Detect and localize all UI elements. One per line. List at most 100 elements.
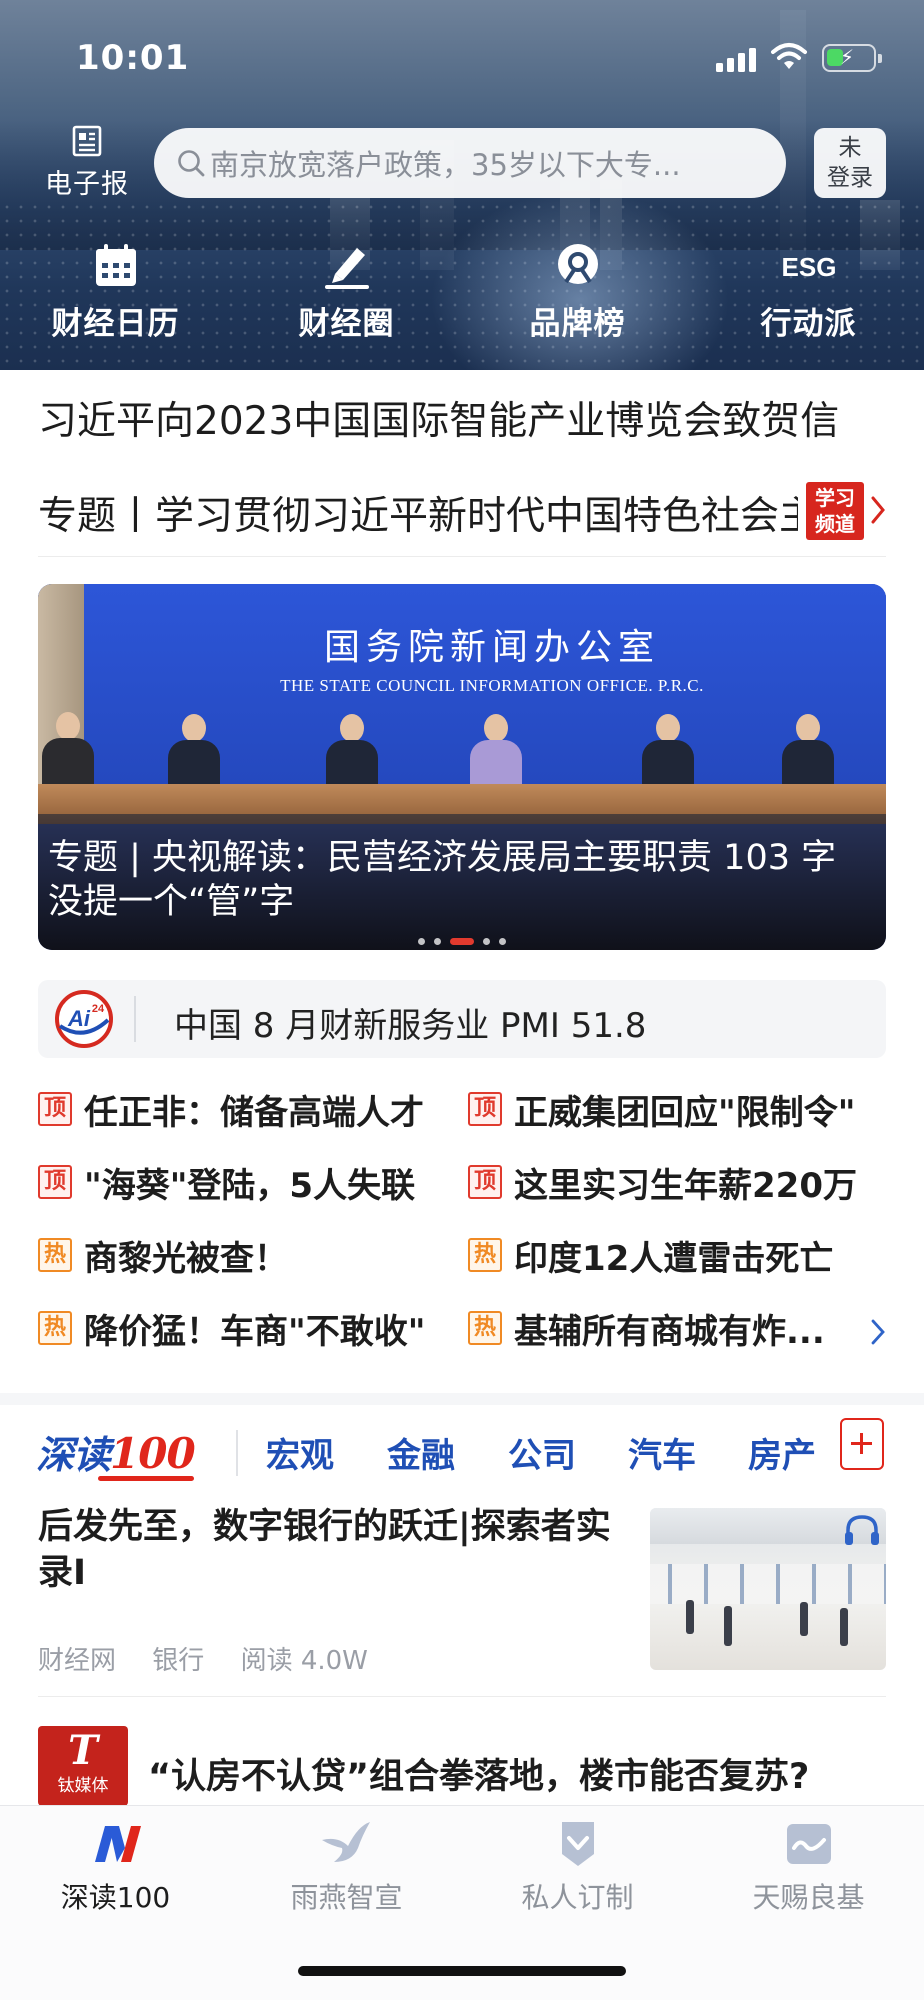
pen-icon: [324, 248, 369, 289]
quick-link-action[interactable]: ESG 行动派: [693, 240, 924, 360]
tab-realestate[interactable]: 房产: [748, 1428, 816, 1477]
hot-list-item[interactable]: 热 印度12人遭雷击死亡: [468, 1231, 833, 1279]
hot-list-text: 印度12人遭雷击死亡: [514, 1238, 834, 1279]
hot-list-item[interactable]: 热 降价猛！车商"不敢收": [38, 1304, 425, 1352]
shield-check-icon: [561, 1822, 594, 1866]
nav-fund[interactable]: 天赐良基: [693, 1818, 924, 1916]
speaker-figure: [42, 712, 94, 790]
article-meta: 财经网 银行 阅读 4.0W: [38, 1640, 396, 1677]
pager-dot[interactable]: [499, 938, 506, 945]
trend-chart-icon: [786, 1824, 831, 1864]
nav-label: 私人订制: [521, 1881, 634, 1914]
logo-mark: T: [68, 1727, 98, 1774]
article-source: 财经网: [38, 1646, 117, 1676]
svg-text:ESG: ESG: [783, 252, 835, 282]
tab-auto[interactable]: 汽车: [628, 1428, 696, 1477]
chevron-right-icon[interactable]: [870, 494, 886, 526]
hot-tag: 热: [468, 1311, 502, 1345]
wifi-icon: [771, 43, 807, 69]
divider: [38, 1696, 886, 1697]
speaker-figure: [168, 714, 220, 792]
study-badge-line1: 学习: [815, 486, 855, 510]
deep-read-logo-icon: [94, 1826, 141, 1862]
quick-links: 财经日历 财经圈 品牌榜 ESG 行动派: [0, 240, 924, 360]
esg-icon: ESG: [783, 252, 835, 282]
hot-list-item[interactable]: 热 商黎光被查！: [38, 1231, 288, 1279]
newspaper-icon: [72, 125, 102, 157]
headline-top[interactable]: 习近平向2023中国国际智能产业博览会致贺信: [38, 390, 839, 446]
carousel-banner[interactable]: 国务院新闻办公室 THE STATE COUNCIL INFORMATION O…: [38, 584, 886, 950]
quick-link-label: 品牌榜: [529, 306, 626, 342]
article-title[interactable]: “认房不认贷”组合拳落地，楼市能否复苏?: [148, 1748, 809, 1799]
brand-text: 深读: [36, 1432, 111, 1477]
cellular-signal-icon: [716, 48, 758, 72]
hot-list-item[interactable]: 热 基辅所有商城有炸...: [468, 1304, 825, 1352]
pager-dot[interactable]: [483, 938, 490, 945]
headline-topic[interactable]: 专题丨学习贯彻习近平新时代中国特色社会主义思想: [38, 485, 798, 541]
hot-list-text: "海葵"登陆，5人失联: [84, 1165, 416, 1206]
study-badge-line2: 频道: [815, 512, 855, 536]
status-time: 10:01: [76, 38, 190, 78]
quick-link-label: 财经圈: [298, 306, 395, 342]
article-category: 银行: [152, 1646, 205, 1676]
nav-custom[interactable]: 私人订制: [462, 1818, 693, 1916]
quick-link-brand[interactable]: 品牌榜: [462, 240, 693, 360]
status-bar: 10:01 ⚡: [0, 0, 924, 110]
divider: [38, 556, 886, 557]
brand-tab-active[interactable]: 深读100: [36, 1424, 196, 1479]
quick-link-calendar[interactable]: 财经日历: [0, 240, 231, 360]
banner-org-en: THE STATE COUNCIL INFORMATION OFFICE. P.…: [280, 676, 704, 695]
tmtpost-logo: T 钛媒体: [38, 1726, 128, 1806]
logo-text: 钛媒体: [57, 1776, 109, 1796]
top-tag: 顶: [38, 1092, 72, 1126]
ai-news-text: 中国 8 月财新服务业 PMI 51.8: [174, 1006, 647, 1046]
hot-list-text: 商黎光被查！: [84, 1238, 288, 1279]
nav-swift[interactable]: 雨燕智宣: [231, 1818, 462, 1916]
tab-company[interactable]: 公司: [508, 1428, 576, 1477]
brand-badge-icon: [557, 244, 598, 284]
tab-divider: [236, 1430, 238, 1476]
home-indicator: [298, 1966, 626, 1976]
hot-tag: 热: [468, 1238, 502, 1272]
carousel-pager[interactable]: [38, 938, 886, 945]
nav-deep-read[interactable]: 深读100: [0, 1818, 231, 1916]
hot-list-item[interactable]: 顶 这里实习生年薪220万: [468, 1158, 857, 1206]
quick-link-label: 财经日历: [51, 306, 180, 342]
swallow-bird-icon: [321, 1822, 370, 1862]
top-tag: 顶: [468, 1165, 502, 1199]
quick-link-circle[interactable]: 财经圈: [231, 240, 462, 360]
ai-badge-sup: 24: [92, 1003, 105, 1015]
channel-tabs: 深读100 宏观 金融 公司 汽车 房产: [0, 1418, 924, 1488]
login-label-line1: 未: [838, 135, 862, 161]
active-tab-underline: [98, 1476, 194, 1481]
hot-list-item[interactable]: 顶 正威集团回应"限制令": [468, 1085, 855, 1133]
battery-icon: ⚡: [822, 44, 882, 72]
banner-caption: 专题 | 央视解读：民营经济发展局主要职责 103 字 没提一个“管”字: [48, 838, 837, 922]
headphones-icon[interactable]: [842, 1512, 882, 1548]
hot-list-text: 降价猛！车商"不敢收": [84, 1311, 426, 1352]
pager-dot[interactable]: [418, 938, 425, 945]
hot-list-item[interactable]: 顶 任正非：储备高端人才: [38, 1085, 424, 1133]
study-channel-badge[interactable]: 学习 频道: [806, 482, 864, 540]
calendar-icon: [95, 244, 136, 286]
speaker-figure: [642, 714, 694, 792]
search-bar[interactable]: 南京放宽落户政策，35岁以下大专...: [154, 128, 786, 198]
hot-list-item[interactable]: 顶 "海葵"登陆，5人失联: [38, 1158, 415, 1206]
ai-news-strip[interactable]: Ai 24 中国 8 月财新服务业 PMI 51.8: [38, 980, 886, 1058]
hot-list-text: 基辅所有商城有炸...: [514, 1311, 825, 1352]
search-input[interactable]: 南京放宽落户政策，35岁以下大专...: [210, 142, 770, 184]
add-channel-button[interactable]: [840, 1418, 884, 1470]
pager-dot-active[interactable]: [450, 938, 474, 945]
login-button[interactable]: 未 登录: [814, 128, 886, 198]
epaper-button[interactable]: 电子报: [38, 124, 136, 201]
tab-macro[interactable]: 宏观: [266, 1428, 334, 1477]
section-gap: [0, 1393, 924, 1405]
pager-dot[interactable]: [434, 938, 441, 945]
article-title[interactable]: 后发先至，数字银行的跃迁|探索者实录Ⅰ: [38, 1504, 638, 1596]
hot-list-text: 任正非：储备高端人才: [84, 1092, 424, 1133]
chevron-right-icon[interactable]: [870, 1317, 886, 1347]
speaker-figure: [326, 714, 378, 792]
hot-list-text: 这里实习生年薪220万: [514, 1165, 857, 1206]
tab-finance[interactable]: 金融: [387, 1428, 455, 1477]
ai24-logo-icon: Ai 24: [55, 990, 113, 1048]
